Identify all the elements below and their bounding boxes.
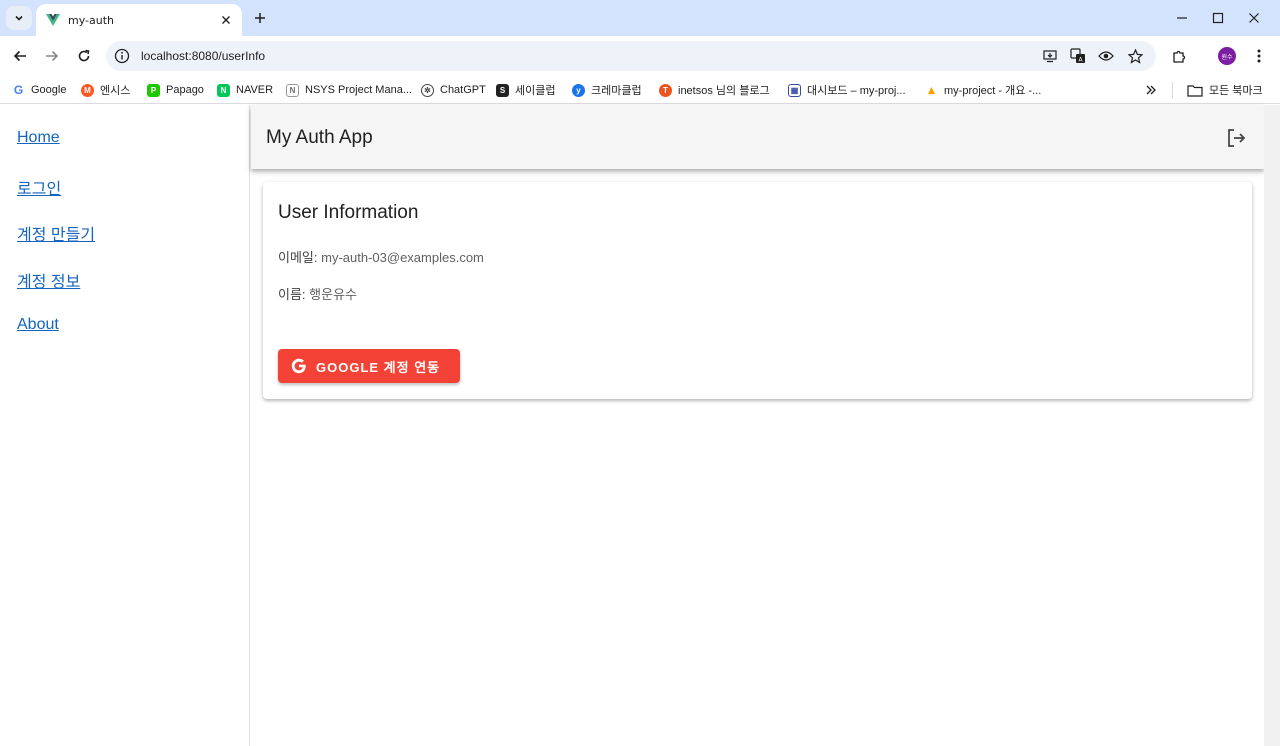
google-link-button-label: GOOGLE 계정 연동 xyxy=(316,359,441,375)
naver-icon: N xyxy=(217,83,230,97)
bookmark-label: inetsos 님의 블로그 xyxy=(678,85,770,97)
sidebar-item-account-info[interactable]: 계정 정보 xyxy=(17,268,80,292)
bookmark-label: ChatGPT xyxy=(440,84,486,96)
reload-button[interactable] xyxy=(74,46,94,66)
bookmark-naver[interactable]: N NAVER xyxy=(217,81,273,99)
firebase-icon: ▲ xyxy=(925,83,938,97)
extensions-button[interactable] xyxy=(1170,46,1190,66)
tab-title: my-auth xyxy=(68,13,114,27)
app-title: My Auth App xyxy=(266,127,373,148)
puzzle-icon xyxy=(1173,50,1186,63)
sidebar-item-about[interactable]: About xyxy=(17,316,59,334)
bookmark-sayclub[interactable]: S 세이클럽 xyxy=(496,81,555,99)
bookmark-label: NAVER xyxy=(236,84,274,96)
sayclub-icon: S xyxy=(496,83,509,97)
bookmark-label: 크레마클럽 xyxy=(591,85,642,97)
forward-button[interactable] xyxy=(42,46,62,66)
page-viewport: Home 로그인 계정 만들기 계정 정보 About My Auth App … xyxy=(0,105,1280,746)
arrow-left-icon xyxy=(13,50,26,62)
maximize-button[interactable] xyxy=(1208,8,1228,28)
bookmark-nsys[interactable]: N NSYS Project Mana... xyxy=(286,81,412,99)
tistory-icon: T xyxy=(659,83,672,97)
bookmark-google[interactable]: G Google xyxy=(12,81,67,99)
bookmark-crema[interactable]: y 크레마클럽 xyxy=(572,81,642,99)
name-label: 이름: xyxy=(278,287,306,302)
bookmark-label: 세이클럽 xyxy=(515,85,556,97)
tab-search-button[interactable] xyxy=(6,6,32,30)
minimize-button[interactable] xyxy=(1172,8,1192,28)
bookmarks-bar: G Google M 엔시스 P Papago N NAVER N NSYS P… xyxy=(0,76,1280,104)
bookmark-firebase[interactable]: ▲ my-project - 개요 -... xyxy=(925,81,1042,99)
url-text[interactable]: localhost:8080/userInfo xyxy=(141,49,265,63)
bookmark-dashboard[interactable]: ▦ 대시보드 – my-proj... xyxy=(788,81,906,99)
bookmarks-divider xyxy=(1172,82,1173,98)
more-vert-icon xyxy=(1257,49,1261,63)
close-icon xyxy=(222,16,230,24)
bookmarks-overflow-button[interactable] xyxy=(1145,81,1157,99)
double-chevron-right-icon xyxy=(1146,85,1156,95)
bookmark-label: 대시보드 – my-proj... xyxy=(807,85,906,97)
address-bar[interactable]: localhost:8080/userInfo A xyxy=(106,41,1156,71)
all-bookmarks-button[interactable]: 모든 북마크 xyxy=(1187,81,1263,99)
bookmark-label: 엔시스 xyxy=(100,85,131,97)
sidebar-nav: Home 로그인 계정 만들기 계정 정보 About xyxy=(0,105,250,746)
folder-icon xyxy=(1187,84,1203,97)
bookmark-label: NSYS Project Mana... xyxy=(305,84,412,96)
papago-icon: P xyxy=(147,83,160,97)
translate-icon[interactable]: A xyxy=(1070,48,1086,64)
logout-icon[interactable] xyxy=(1225,127,1247,149)
bookmark-label: Google xyxy=(31,84,67,96)
all-bookmarks-label: 모든 북마크 xyxy=(1209,85,1263,97)
name-row: 이름: 행운유수 xyxy=(278,284,357,303)
plus-icon xyxy=(255,13,265,23)
install-app-icon[interactable] xyxy=(1042,48,1058,64)
tab-close-button[interactable] xyxy=(218,12,234,28)
bookmark-label: Papago xyxy=(166,84,204,96)
chevron-down-icon xyxy=(15,15,23,21)
sidebar-item-login[interactable]: 로그인 xyxy=(17,175,61,199)
eye-icon[interactable] xyxy=(1098,48,1114,64)
sidebar-item-signup[interactable]: 계정 만들기 xyxy=(17,221,95,245)
info-icon[interactable] xyxy=(114,48,130,64)
crema-icon: y xyxy=(572,83,585,97)
email-label: 이메일: xyxy=(278,250,318,265)
bookmark-chatgpt[interactable]: ✲ ChatGPT xyxy=(421,81,486,99)
card-title: User Information xyxy=(278,202,419,223)
browser-toolbar: localhost:8080/userInfo A xyxy=(0,36,1280,76)
email-value: my-auth-03@examples.com xyxy=(321,250,484,265)
bookmark-label: my-project - 개요 -... xyxy=(944,85,1042,97)
star-icon[interactable] xyxy=(1127,48,1143,64)
dashboard-icon: ▦ xyxy=(788,83,801,97)
bookmark-tistory[interactable]: T inetsos 님의 블로그 xyxy=(659,81,770,99)
minimize-icon xyxy=(1177,17,1187,19)
close-window-button[interactable] xyxy=(1244,8,1264,28)
chatgpt-icon: ✲ xyxy=(421,83,434,97)
menu-button[interactable] xyxy=(1249,46,1269,66)
active-tab[interactable]: my-auth xyxy=(36,4,242,36)
tab-strip: my-auth xyxy=(0,0,1280,36)
page-scrollbar[interactable] xyxy=(1264,105,1280,746)
bookmark-papago[interactable]: P Papago xyxy=(147,81,204,99)
close-icon xyxy=(1249,13,1259,23)
email-row: 이메일: my-auth-03@examples.com xyxy=(278,247,484,266)
app-bar: My Auth App xyxy=(251,105,1264,169)
m-icon: M xyxy=(81,83,94,97)
nsys-icon: N xyxy=(286,83,299,97)
back-button[interactable] xyxy=(10,46,30,66)
maximize-icon xyxy=(1212,12,1224,24)
vue-icon xyxy=(46,14,60,26)
sidebar-item-home[interactable]: Home xyxy=(17,129,60,147)
google-icon xyxy=(291,358,306,374)
reload-icon xyxy=(78,49,90,62)
google-icon: G xyxy=(13,83,24,97)
profile-avatar[interactable]: 원수 xyxy=(1218,47,1236,65)
name-value: 행운유수 xyxy=(309,287,358,302)
user-info-card: User Information 이메일: my-auth-03@example… xyxy=(263,182,1252,399)
new-tab-button[interactable] xyxy=(250,8,270,28)
google-link-button[interactable]: GOOGLE 계정 연동 xyxy=(278,349,460,383)
bookmark-ensys[interactable]: M 엔시스 xyxy=(81,81,130,99)
arrow-right-icon xyxy=(46,50,59,62)
